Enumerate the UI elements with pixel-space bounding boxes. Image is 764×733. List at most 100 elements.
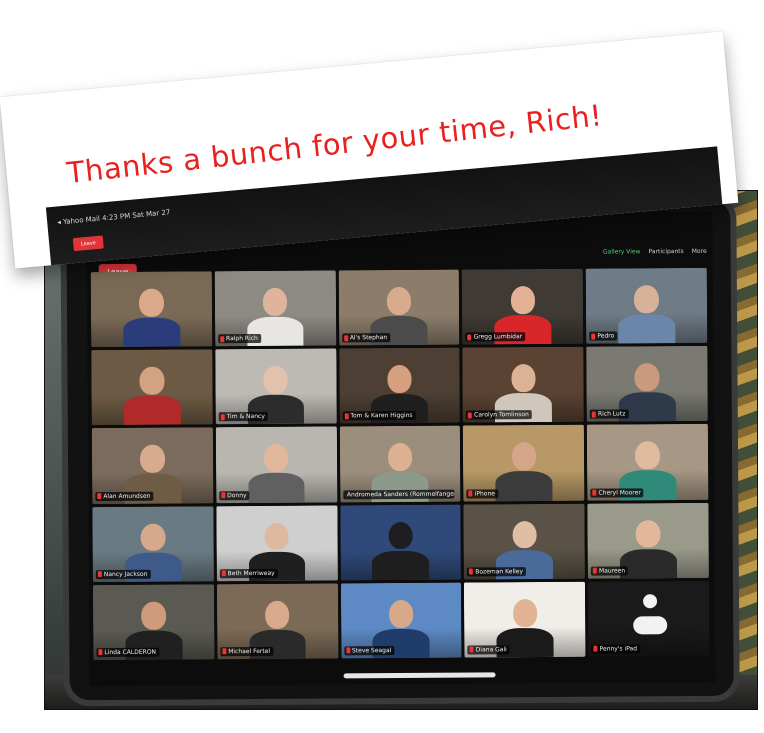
participant-name: Tom & Karen Higgins — [350, 412, 413, 420]
participant-video — [490, 434, 558, 501]
participant-name-tag: Tim & Nancy — [218, 412, 268, 422]
participant-tile[interactable]: Tim & Nancy — [215, 348, 337, 425]
participant-name: Rich Lutz — [597, 410, 626, 419]
participant-tile[interactable]: Alan Amundsen — [91, 427, 214, 504]
mic-muted-icon — [221, 570, 226, 577]
mic-muted-icon — [219, 335, 225, 342]
participant-name: Maureen — [599, 567, 626, 575]
mic-muted-icon — [591, 411, 596, 418]
participant-name-tag: Bozeman Kelley — [467, 566, 527, 577]
participant-tile[interactable]: Nancy Jackson — [92, 505, 214, 582]
participant-tile[interactable] — [91, 349, 213, 426]
participant-video — [242, 436, 310, 503]
participant-tile[interactable] — [339, 504, 462, 581]
participant-tile[interactable]: Donny — [215, 426, 337, 503]
participant-tile[interactable]: Ralph Rich — [214, 270, 336, 347]
participant-tile[interactable]: Gregg Lumbidar — [462, 268, 584, 345]
participant-video — [117, 281, 185, 348]
mic-muted-icon — [222, 648, 227, 655]
participant-name-tag: Cheryl Moorer — [590, 487, 644, 498]
participant-video — [118, 359, 186, 426]
participant-name-tag: Donny — [219, 490, 250, 500]
participant-name: Alan Amundsen — [103, 492, 151, 500]
participant-tile[interactable]: Linda CALDERON — [92, 584, 215, 661]
participant-tile[interactable]: Bozeman Kelley — [463, 503, 586, 580]
mic-muted-icon — [593, 646, 598, 653]
participant-name-tag: Gregg Lumbidar — [465, 332, 526, 342]
participants-button[interactable]: Participants — [648, 248, 683, 255]
participant-name-tag: Penny's iPad — [591, 644, 641, 654]
mic-muted-icon — [469, 568, 474, 575]
mic-muted-icon — [467, 334, 472, 341]
participant-name-tag: Michael Fertel — [220, 646, 274, 657]
participant-tile[interactable]: Carolyn Tomlinson — [462, 346, 584, 423]
participant-name-tag: Tom & Karen Higgins — [342, 411, 416, 421]
mic-muted-icon — [591, 333, 596, 340]
participant-name-tag: Beth Merriweay — [219, 568, 278, 579]
mic-muted-icon — [593, 567, 598, 574]
participant-name: Pedro — [597, 332, 615, 340]
participant-tile[interactable]: Michael Fertel — [216, 583, 339, 660]
mic-muted-icon — [344, 413, 349, 420]
mic-muted-icon — [343, 335, 348, 342]
participant-name-tag: Alan Amundsen — [95, 491, 154, 501]
participant-tile[interactable]: Andromeda Sanders (Rommelfanger) Inc — [339, 425, 461, 503]
participant-name-tag: Andromeda Sanders (Rommelfanger) Inc — [342, 489, 455, 499]
mic-muted-icon — [97, 493, 102, 500]
participant-name: Diana Gali — [475, 646, 507, 654]
participant-tile[interactable]: Tom & Karen Higgins — [338, 347, 461, 424]
meeting-controls: Gallery View Participants More — [603, 248, 707, 256]
mic-muted-icon — [98, 649, 103, 656]
participant-name: Penny's iPad — [599, 645, 638, 653]
participant-tile[interactable]: Cheryl Moorer — [587, 424, 709, 501]
participant-name: Bozeman Kelley — [475, 567, 524, 576]
participant-name: Donny — [227, 491, 247, 499]
participant-tile[interactable]: Beth Merriweay — [216, 505, 338, 582]
participant-tile[interactable]: Diana Gali — [464, 581, 586, 658]
mic-muted-icon — [468, 412, 473, 419]
participant-tile[interactable]: Maureen — [587, 502, 709, 579]
participant-video — [367, 513, 435, 580]
mic-muted-icon — [221, 492, 226, 499]
participant-name: Carolyn Tomlinson — [474, 411, 529, 419]
participant-tile[interactable]: Rich Lutz — [586, 346, 708, 423]
participant-tile[interactable]: Penny's iPad — [588, 580, 710, 657]
participant-name: Gregg Lumbidar — [473, 333, 523, 341]
note-leave-button: Leave — [72, 235, 104, 252]
mic-muted-icon — [97, 571, 102, 578]
tablet-device: ◂ Yahoo Mail 4:23 PM Sat Mar 27 Gallery … — [60, 193, 740, 707]
mic-muted-icon — [468, 490, 473, 497]
participant-tile[interactable]: iPhone — [463, 425, 585, 502]
participant-name-tag: Carolyn Tomlinson — [466, 410, 532, 420]
participant-tile[interactable] — [90, 271, 213, 348]
participant-name-tag: Rich Lutz — [589, 409, 629, 420]
participant-name-tag: Diana Gali — [467, 645, 510, 655]
participant-name: Al's Stephan — [349, 334, 388, 342]
participant-gallery: Ralph Rich Al's Stephan Gregg Lumbidar Pedr… — [90, 267, 710, 661]
mic-muted-icon — [220, 414, 225, 421]
avatar-placeholder-icon — [629, 594, 669, 643]
participant-video — [613, 277, 681, 344]
participant-tile[interactable]: Al's Stephan — [338, 269, 460, 346]
participant-name: Cheryl Moorer — [598, 488, 641, 497]
participant-tile[interactable]: Pedro — [585, 267, 708, 344]
participant-name: Beth Merriweay — [227, 569, 275, 578]
participant-name-tag: Ralph Rich — [217, 334, 261, 344]
participant-name: Steve Seagal — [351, 647, 392, 655]
participant-name: iPhone — [474, 489, 495, 498]
participant-tile[interactable]: Steve Seagal — [340, 582, 462, 659]
mic-muted-icon — [592, 489, 597, 496]
participant-name: Ralph Rich — [225, 335, 258, 343]
home-indicator[interactable] — [343, 672, 496, 679]
participant-name: Michael Fertel — [228, 647, 271, 656]
participant-name-tag: iPhone — [466, 488, 498, 499]
more-button[interactable]: More — [692, 248, 707, 255]
participant-name: Tim & Nancy — [226, 413, 265, 421]
tablet-screen: ◂ Yahoo Mail 4:23 PM Sat Mar 27 Gallery … — [86, 211, 716, 687]
participant-name: Nancy Jackson — [103, 570, 148, 578]
gallery-view-button[interactable]: Gallery View — [603, 248, 641, 255]
participant-name-tag: Nancy Jackson — [95, 569, 151, 579]
participant-name-tag: Linda CALDERON — [96, 647, 160, 658]
participant-name-tag: Al's Stephan — [341, 333, 391, 343]
participant-name: Andromeda Sanders (Rommelfanger) Inc — [346, 490, 455, 498]
